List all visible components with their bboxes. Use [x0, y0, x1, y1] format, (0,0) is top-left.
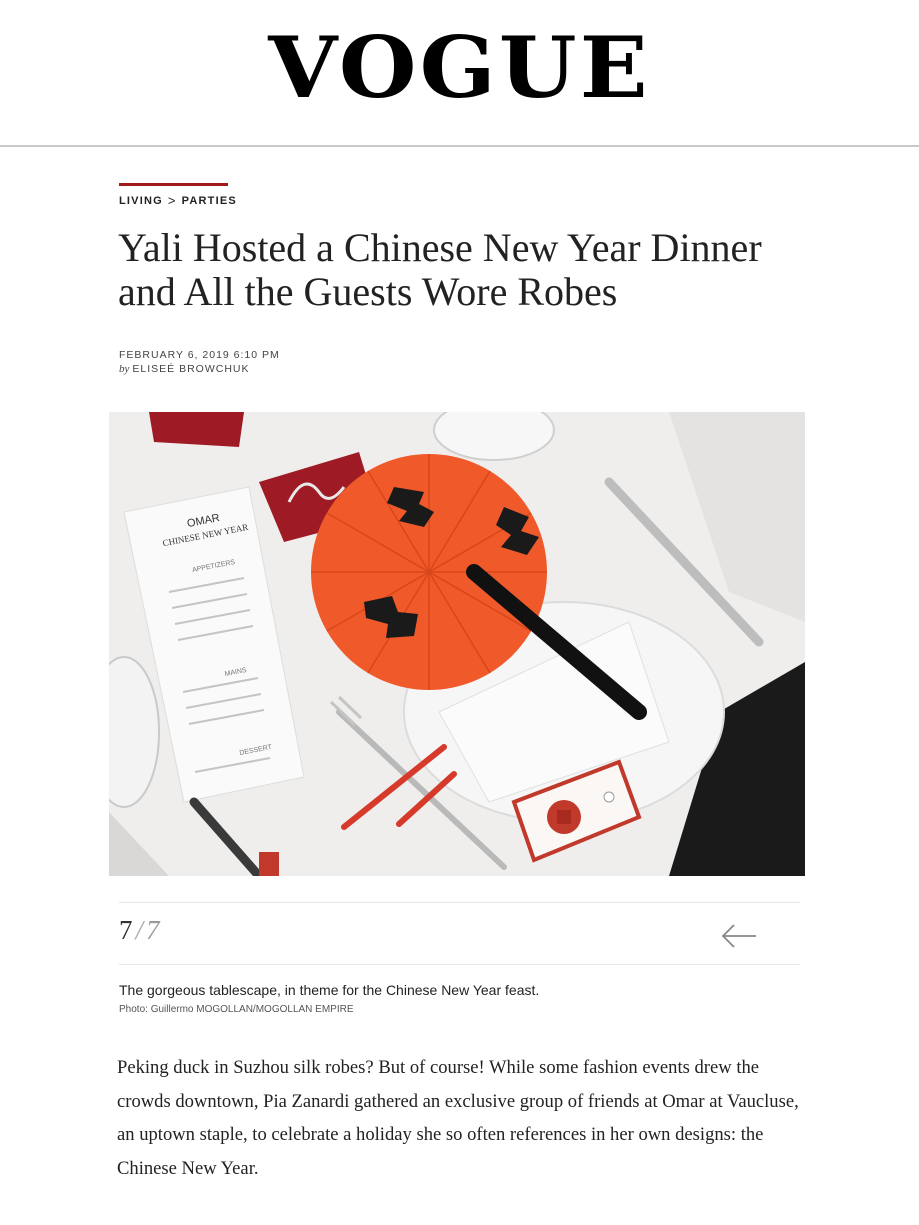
article-body-paragraph: Peking duck in Suzhou silk robes? But of…	[117, 1057, 799, 1179]
arrow-left-icon	[721, 924, 756, 948]
breadcrumb-subsection-link[interactable]: PARTIES	[182, 195, 237, 207]
breadcrumb-separator: >	[167, 193, 177, 208]
author-link[interactable]: ELISEÉ BROWCHUK	[132, 363, 249, 375]
breadcrumb: LIVING > PARTIES	[119, 193, 237, 208]
article-title: Yali Hosted a Chinese New Year Dinner an…	[118, 225, 762, 314]
byline-prefix: by	[119, 363, 130, 375]
slide-counter: 7/7	[119, 915, 160, 946]
slide-separator: /	[135, 915, 144, 945]
byline: by ELISEÉ BROWCHUK	[119, 362, 280, 376]
red-napkin-top	[149, 412, 244, 447]
vogue-logo[interactable]: VOGUE	[0, 18, 919, 118]
publish-date: FEBRUARY 6, 2019 6:10 PM	[119, 349, 280, 361]
slide-total: 7	[146, 915, 160, 945]
rubric-accent-bar	[119, 183, 228, 186]
photo-caption: The gorgeous tablescape, in theme for th…	[119, 982, 540, 998]
photo-credit: Photo: Guillermo MOGOLLAN/MOGOLLAN EMPIR…	[119, 1004, 354, 1015]
article-meta: FEBRUARY 6, 2019 6:10 PM by ELISEÉ BROWCH…	[119, 348, 280, 376]
previous-slide-button[interactable]	[720, 923, 760, 949]
gallery-photo[interactable]: OMAR CHINESE NEW YEAR APPETIZERS MAINS D…	[109, 412, 805, 876]
masthead: VOGUE	[0, 0, 919, 147]
breadcrumb-section-link[interactable]: LIVING	[119, 195, 163, 207]
slide-current: 7	[119, 915, 133, 945]
tablescape-illustration: OMAR CHINESE NEW YEAR APPETIZERS MAINS D…	[109, 412, 805, 876]
gallery-pagination: 7/7	[119, 902, 800, 965]
